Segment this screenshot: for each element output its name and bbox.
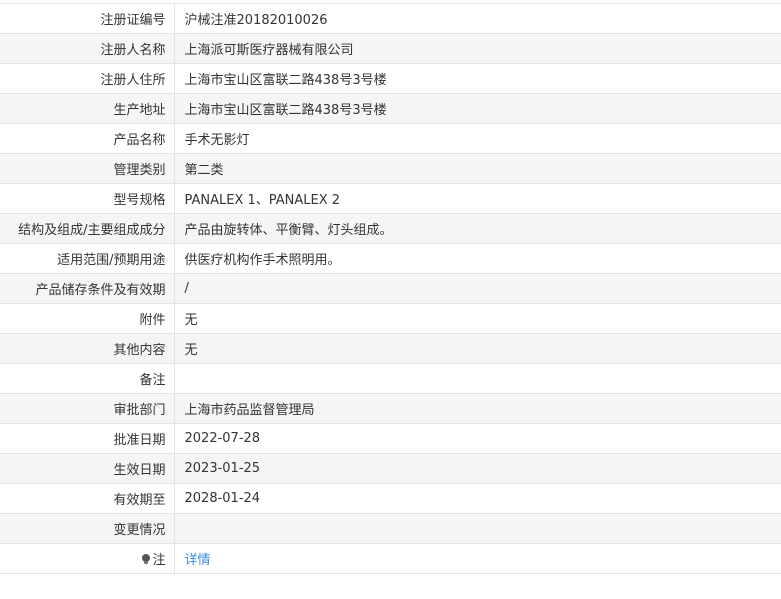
field-label-note: 注 (0, 543, 175, 574)
registration-info-body: 注册证编号 沪械注准20182010026 注册人名称 上海派可斯医疗器械有限公… (0, 3, 781, 574)
bulb-icon (142, 554, 151, 565)
field-value-storage-validity: / (174, 273, 781, 304)
field-label-valid-until: 有效期至 (0, 483, 175, 514)
field-label-structure-composition: 结构及组成/主要组成成分 (0, 213, 175, 244)
table-row: 注册人住所 上海市宝山区富联二路438号3号楼 (0, 63, 781, 94)
field-label-attachments: 附件 (0, 303, 175, 334)
table-row: 有效期至 2028-01-24 (0, 483, 781, 514)
field-label-effective-date: 生效日期 (0, 453, 175, 484)
field-label-production-address: 生产地址 (0, 93, 175, 124)
table-row: 其他内容 无 (0, 333, 781, 364)
field-label-approval-date: 批准日期 (0, 423, 175, 454)
table-row: 型号规格 PANALEX 1、PANALEX 2 (0, 183, 781, 214)
table-row: 生产地址 上海市宝山区富联二路438号3号楼 (0, 93, 781, 124)
field-value-change-history (174, 513, 781, 544)
field-value-registration-number: 沪械注准20182010026 (174, 3, 781, 34)
field-label-storage-validity: 产品储存条件及有效期 (0, 273, 175, 304)
field-label-product-name: 产品名称 (0, 123, 175, 154)
field-label-registrant-address: 注册人住所 (0, 63, 175, 94)
field-value-approval-department: 上海市药品监督管理局 (174, 393, 781, 424)
table-row: 注册人名称 上海派可斯医疗器械有限公司 (0, 33, 781, 64)
field-label-intended-use: 适用范围/预期用途 (0, 243, 175, 274)
field-value-model-spec: PANALEX 1、PANALEX 2 (174, 183, 781, 214)
table-row: 注 详情 (0, 543, 781, 574)
table-row: 生效日期 2023-01-25 (0, 453, 781, 484)
field-value-other-content: 无 (174, 333, 781, 364)
table-row: 产品储存条件及有效期 / (0, 273, 781, 304)
table-row: 变更情况 (0, 513, 781, 544)
field-value-note: 详情 (174, 543, 781, 574)
field-label-registrant-name: 注册人名称 (0, 33, 175, 64)
field-label-change-history: 变更情况 (0, 513, 175, 544)
field-label-remarks: 备注 (0, 363, 175, 394)
field-value-production-address: 上海市宝山区富联二路438号3号楼 (174, 93, 781, 124)
registration-info-table: 注册证编号 沪械注准20182010026 注册人名称 上海派可斯医疗器械有限公… (0, 3, 781, 574)
details-link[interactable]: 详情 (185, 553, 211, 568)
field-value-intended-use: 供医疗机构作手术照明用。 (174, 243, 781, 274)
table-row: 适用范围/预期用途 供医疗机构作手术照明用。 (0, 243, 781, 274)
field-label-management-category: 管理类别 (0, 153, 175, 184)
field-value-attachments: 无 (174, 303, 781, 334)
note-label-text: 注 (152, 553, 166, 568)
table-row: 管理类别 第二类 (0, 153, 781, 184)
table-row: 结构及组成/主要组成成分 产品由旋转体、平衡臂、灯头组成。 (0, 213, 781, 244)
field-value-structure-composition: 产品由旋转体、平衡臂、灯头组成。 (174, 213, 781, 244)
field-label-other-content: 其他内容 (0, 333, 175, 364)
field-value-effective-date: 2023-01-25 (174, 453, 781, 484)
table-row: 产品名称 手术无影灯 (0, 123, 781, 154)
field-value-product-name: 手术无影灯 (174, 123, 781, 154)
table-row: 审批部门 上海市药品监督管理局 (0, 393, 781, 424)
field-value-remarks (174, 363, 781, 394)
table-row: 附件 无 (0, 303, 781, 334)
table-row: 备注 (0, 363, 781, 394)
field-value-registrant-name: 上海派可斯医疗器械有限公司 (174, 33, 781, 64)
field-label-registration-number: 注册证编号 (0, 3, 175, 34)
field-value-management-category: 第二类 (174, 153, 781, 184)
field-value-valid-until: 2028-01-24 (174, 483, 781, 514)
table-row: 批准日期 2022-07-28 (0, 423, 781, 454)
table-row: 注册证编号 沪械注准20182010026 (0, 3, 781, 34)
field-value-registrant-address: 上海市宝山区富联二路438号3号楼 (174, 63, 781, 94)
field-value-approval-date: 2022-07-28 (174, 423, 781, 454)
field-label-approval-department: 审批部门 (0, 393, 175, 424)
field-label-model-spec: 型号规格 (0, 183, 175, 214)
